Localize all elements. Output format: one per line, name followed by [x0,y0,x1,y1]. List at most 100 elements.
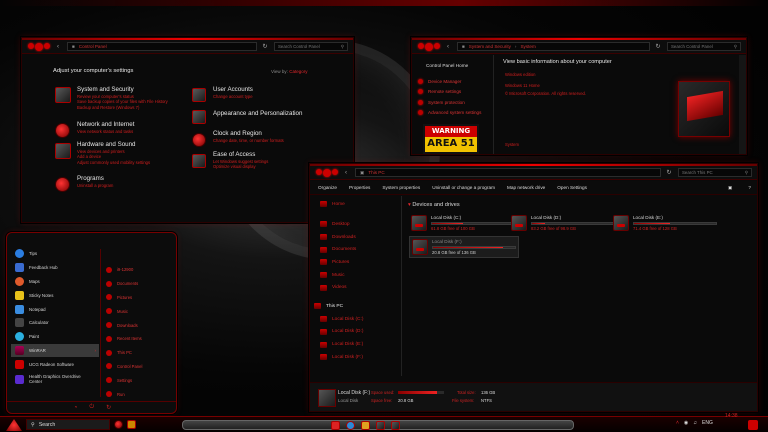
address-bar[interactable]: ▣ This PC [355,168,661,177]
search-input[interactable]: Search Control Panel ⚲ [667,42,741,51]
back-icon[interactable]: ‹ [341,168,351,178]
start-link-music[interactable]: Music [104,304,174,318]
start-link-pictures[interactable]: Pictures [104,291,174,305]
power-icon[interactable]: ⏻ [89,404,94,411]
drive-tile-f-selected[interactable]: Local Disk (F:) 20.8 GB free of 136 GB [409,236,519,258]
start-app-sticky-notes[interactable]: Sticky Notes [11,288,99,302]
window-controls[interactable] [28,42,50,51]
sidebar-item-home[interactable]: Home [310,198,401,210]
sidebar-item-drive-d[interactable]: Local Disk (D:) [310,326,401,339]
sidebar-item-pictures[interactable]: Pictures [310,256,401,269]
app-icon[interactable] [114,420,123,429]
drive-icon [320,316,327,323]
start-link-run[interactable]: Run [104,387,174,401]
start-app-feedback[interactable]: Feedback Hub [11,261,99,275]
taskbar-center-strip [182,420,574,430]
window-controls[interactable] [418,42,440,51]
start-app-notepad[interactable]: Notepad [11,302,99,316]
settings-icon[interactable] [391,421,400,430]
shield-icon [55,87,71,103]
sidebar-item-desktop[interactable]: Desktop [310,218,401,231]
edge-icon[interactable] [346,421,355,430]
search-input[interactable]: Search This PC ⚲ [678,168,752,177]
drive-tile-e[interactable]: Local Disk (E:) 71.4 GB free of 128 GB [613,215,717,231]
help-icon[interactable]: ? [748,185,751,190]
properties-button[interactable]: Properties [349,185,370,190]
category-hardware[interactable]: Hardware and Sound View devices and prin… [77,141,150,165]
drive-icon [320,328,327,335]
uninstall-button[interactable]: Uninstall or change a program [432,185,495,190]
notification-icon[interactable] [748,420,758,430]
open-settings-button[interactable]: Open Settings [557,185,587,190]
system-properties-button[interactable]: System properties [382,185,420,190]
sidebar-item-music[interactable]: Music [310,269,401,282]
wifi-icon[interactable]: ◉ [684,420,688,426]
chevron-down-icon[interactable]: ▾ [408,202,411,208]
start-app-calculator[interactable]: Calculator [11,316,99,330]
organize-button[interactable]: Organize [318,185,337,190]
map-network-drive-button[interactable]: Map network drive [507,185,545,190]
start-app-paint[interactable]: Paint [11,330,99,344]
sidebar-item-videos[interactable]: Videos [310,281,401,294]
chevron-up-icon[interactable]: ˄ [676,420,679,426]
window-controls[interactable] [316,168,338,177]
back-icon[interactable]: ‹ [443,42,453,52]
sidebar-item-drive-c[interactable]: Local Disk (C:) [310,313,401,326]
control-panel-icon [106,363,112,370]
category-appearance[interactable]: Appearance and Personalization [213,110,302,118]
sidebar-item-downloads[interactable]: Downloads [310,231,401,244]
globe-icon [55,123,70,138]
category-network[interactable]: Network and Internet View network status… [77,121,134,134]
volume-icon[interactable]: ♫ [693,420,697,426]
search-input[interactable]: Search Control Panel ⚲ [274,42,348,51]
view-by[interactable]: View by: Category [271,69,307,74]
nav-system-protection[interactable]: System protection [418,97,481,108]
start-link-recent[interactable]: Recent Items [104,332,174,346]
sidebar-item-drive-f[interactable]: Local Disk (F:) [310,351,401,364]
nav-advanced-settings[interactable]: Advanced system settings [418,108,481,119]
refresh-icon[interactable]: ↻ [653,42,663,52]
category-clock-region[interactable]: Clock and Region Change date, time, or n… [213,130,284,143]
store-icon[interactable] [376,421,385,430]
space-free-label: Space free: [371,398,393,403]
view-icon[interactable]: ▣ [728,185,732,191]
sidebar-item-this-pc[interactable]: This PC [310,300,401,313]
drive-tile-c[interactable]: Local Disk (C:) 61.8 GB free of 100 GB [411,215,515,231]
control-panel-home-link[interactable]: Control Panel Home [426,63,468,68]
start-app-health-graphics[interactable]: Health Graphics Overdrive Center [11,371,99,387]
taskbar-search[interactable]: ⚲ Search [26,419,110,430]
refresh-icon[interactable]: ↻ [664,168,674,178]
sleep-icon[interactable]: ◔ [74,405,78,411]
category-system-security[interactable]: System and Security Review your computer… [77,86,168,110]
category-ease-of-access[interactable]: Ease of Access Let Windows suggest setti… [213,151,268,170]
start-link-settings[interactable]: Settings [104,373,174,387]
clock[interactable]: 14:38 [725,413,738,419]
category-programs[interactable]: Programs Uninstall a program [77,175,113,188]
language-indicator[interactable]: ENG [702,420,713,426]
restart-icon[interactable]: ↻ [106,404,111,411]
address-bar[interactable]: ■ Control Panel [67,42,257,51]
start-app-winrar[interactable]: WinRAR › [11,343,99,358]
category-user-accounts[interactable]: User Accounts Change account type [213,86,253,99]
start-link-this-pc[interactable]: This PC [104,346,174,360]
start-button[interactable] [6,419,22,431]
sidebar-item-drive-e[interactable]: Local Disk (E:) [310,338,401,351]
start-link-user[interactable]: i9-12900 [104,263,174,277]
explorer-icon[interactable] [331,421,340,430]
app-icon[interactable] [127,420,136,429]
nav-remote-settings[interactable]: Remote settings [418,87,481,98]
scrollbar[interactable] [739,55,746,154]
back-icon[interactable]: ‹ [53,42,63,52]
start-app-radeon[interactable]: UCG Radeon Software [11,357,99,371]
start-app-tips[interactable]: Tips [11,247,99,261]
start-link-documents[interactable]: Documents [104,277,174,291]
start-link-control-panel[interactable]: Control Panel [104,360,174,374]
folder-icon[interactable] [361,421,370,430]
drive-tile-d[interactable]: Local Disk (D:) 83.2 GB free of 98.9 GB [511,215,615,231]
start-link-downloads[interactable]: Downloads [104,318,174,332]
address-bar[interactable]: ■ System and Security › System [457,42,650,51]
nav-device-manager[interactable]: Device Manager [418,76,481,87]
refresh-icon[interactable]: ↻ [260,42,270,52]
start-app-maps[interactable]: Maps [11,275,99,289]
sidebar-item-documents[interactable]: Documents [310,243,401,256]
